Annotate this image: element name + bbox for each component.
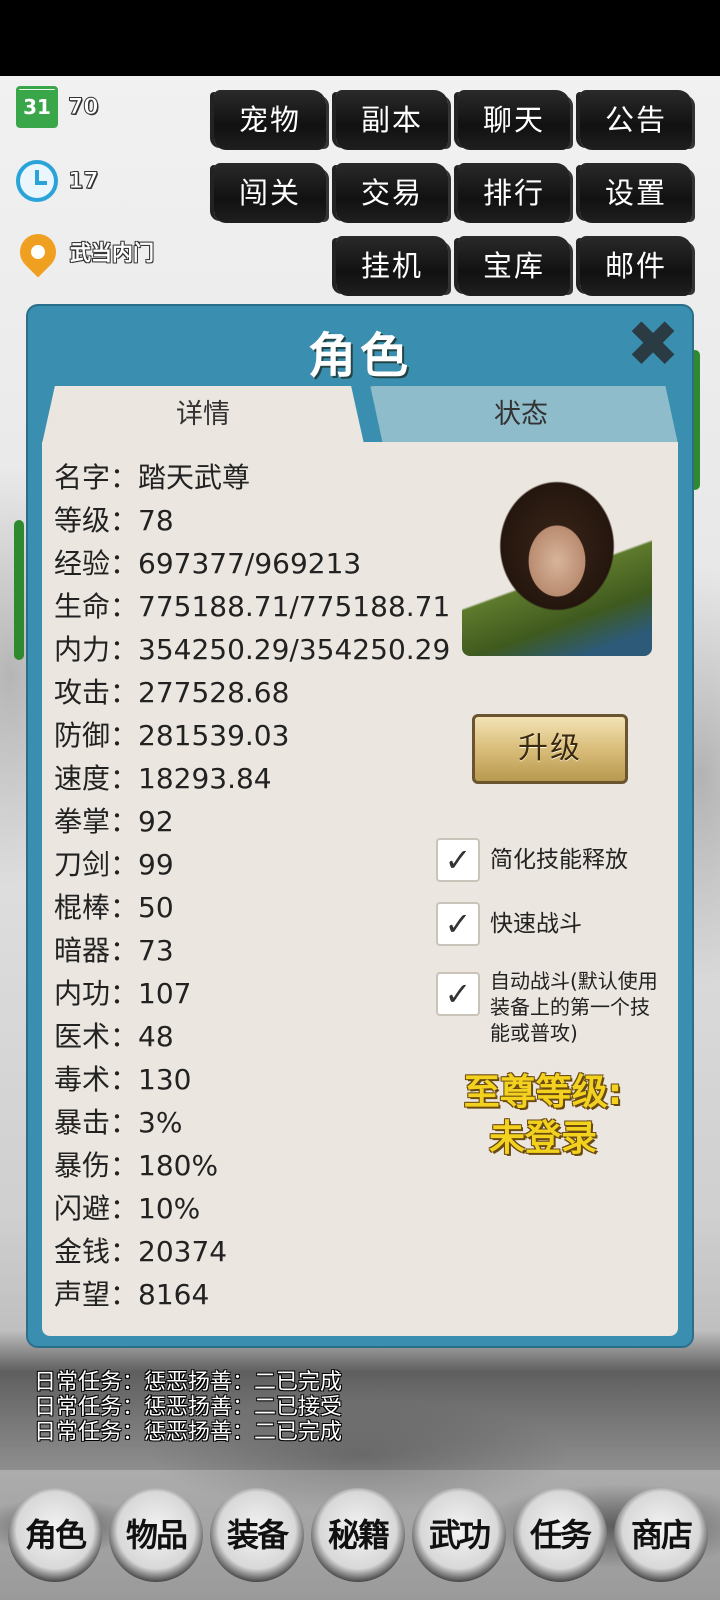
tab-status[interactable]: 状态	[370, 386, 678, 444]
stat-attack: 攻击：277528.68	[54, 676, 290, 709]
stat-sword: 刀剑：99	[54, 848, 174, 881]
stat-crit-damage: 暴伤：180%	[54, 1149, 219, 1182]
task-log: 日常任务：惩恶扬善：二已完成 日常任务：惩恶扬善：二已接受 日常任务：惩恶扬善：…	[34, 1370, 342, 1445]
location-stat[interactable]: 武当内门	[12, 226, 154, 278]
checkbox-simplify-skill[interactable]: ✓	[436, 838, 480, 882]
stat-crit: 暴击：3%	[54, 1106, 183, 1139]
upgrade-button[interactable]: 升级	[472, 714, 628, 784]
menu-chat-button[interactable]: 聊天	[458, 90, 570, 150]
close-icon[interactable]: ✖	[626, 313, 680, 377]
stats-list: 名字：踏天武尊 等级：78 经验：697377/969213 生命：775188…	[54, 456, 450, 1316]
menu-mail-button[interactable]: 邮件	[580, 236, 692, 296]
option-label: 快速战斗	[490, 911, 582, 937]
option-auto-battle[interactable]: ✓ 自动战斗(默认使用装备上的第一个技能或普攻)	[436, 968, 660, 1046]
stat-hidden-weapon: 暗器：73	[54, 934, 174, 967]
timer-value: 17	[68, 168, 100, 194]
option-label: 简化技能释放	[490, 847, 628, 873]
stat-dodge: 闪避：10%	[54, 1192, 201, 1225]
nav-shop-button[interactable]: 商店	[614, 1488, 708, 1582]
stat-medicine: 医术：48	[54, 1020, 174, 1053]
menu-treasury-button[interactable]: 宝库	[458, 236, 570, 296]
option-label: 自动战斗(默认使用装备上的第一个技能或普攻)	[490, 969, 658, 1045]
nav-character-button[interactable]: 角色	[8, 1488, 102, 1582]
location-name: 武当内门	[70, 241, 154, 265]
stat-experience: 经验：697377/969213	[54, 547, 362, 580]
stat-defense: 防御：281539.03	[54, 719, 290, 752]
supreme-level-label: 至尊等级:	[463, 1072, 623, 1113]
supreme-level-value: 未登录	[488, 1118, 597, 1159]
stat-gold: 金钱：20374	[54, 1235, 228, 1268]
menu-idle-button[interactable]: 挂机	[336, 236, 448, 296]
calendar-icon: 31	[16, 86, 58, 128]
stat-mp: 内力：354250.29/354250.29	[54, 633, 451, 666]
tab-details[interactable]: 详情	[42, 386, 364, 444]
menu-announcement-button[interactable]: 公告	[580, 90, 692, 150]
days-value: 70	[68, 94, 100, 120]
stat-poison: 毒术：130	[54, 1063, 192, 1096]
stat-name: 名字：踏天武尊	[54, 461, 251, 494]
checkbox-auto-battle[interactable]: ✓	[436, 972, 480, 1016]
stat-level: 等级：78	[54, 504, 174, 537]
log-entry: 日常任务：惩恶扬善：二已完成	[34, 1420, 343, 1445]
log-entry: 日常任务：惩恶扬善：二已接受	[34, 1395, 343, 1420]
timer-stat: 17	[16, 160, 99, 202]
days-stat: 31 70	[16, 86, 99, 128]
menu-dungeon-button[interactable]: 副本	[336, 90, 448, 150]
details-content: 名字：踏天武尊 等级：78 经验：697377/969213 生命：775188…	[42, 442, 678, 1336]
character-panel: 角色 ✖ 详情 状态 名字：踏天武尊 等级：78 经验：697377/96921…	[28, 306, 692, 1346]
nav-martial-arts-button[interactable]: 武功	[412, 1488, 506, 1582]
checkbox-fast-battle[interactable]: ✓	[436, 902, 480, 946]
log-entry: 日常任务：惩恶扬善：二已完成	[34, 1370, 343, 1395]
location-pin-icon	[12, 226, 64, 278]
stat-speed: 速度：18293.84	[54, 762, 272, 795]
vine-decoration-left	[14, 520, 24, 660]
menu-trade-button[interactable]: 交易	[336, 163, 448, 223]
menu-challenge-button[interactable]: 闯关	[214, 163, 326, 223]
stat-reputation: 声望：8164	[54, 1278, 210, 1311]
option-simplify-skill[interactable]: ✓ 简化技能释放	[436, 838, 628, 882]
menu-pets-button[interactable]: 宠物	[214, 90, 326, 150]
stat-staff: 棍棒：50	[54, 891, 174, 924]
alarm-clock-icon	[16, 160, 58, 202]
character-portrait	[462, 466, 652, 656]
nav-quests-button[interactable]: 任务	[513, 1488, 607, 1582]
menu-settings-button[interactable]: 设置	[580, 163, 692, 223]
stat-inner-skill: 内功：107	[54, 977, 192, 1010]
panel-title: 角色	[307, 328, 412, 384]
nav-manuals-button[interactable]: 秘籍	[311, 1488, 405, 1582]
nav-equipment-button[interactable]: 装备	[210, 1488, 304, 1582]
supreme-level: 至尊等级: 未登录	[448, 1070, 638, 1162]
stat-hp: 生命：775188.71/775188.71	[54, 590, 451, 623]
option-fast-battle[interactable]: ✓ 快速战斗	[436, 902, 582, 946]
nav-items-button[interactable]: 物品	[109, 1488, 203, 1582]
menu-ranking-button[interactable]: 排行	[458, 163, 570, 223]
stat-fist: 拳掌：92	[54, 805, 174, 838]
